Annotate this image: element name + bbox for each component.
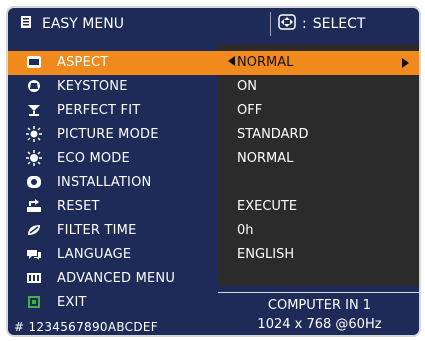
menu-item-label: PERFECT FIT	[57, 103, 141, 118]
dpad-icon	[278, 14, 296, 34]
menu-item-aspect[interactable]: ASPECT NORMAL	[8, 51, 419, 75]
menu-item-label: ADVANCED MENU	[57, 271, 176, 286]
easy-menu-osd: EASY MENU : SELECT ASPECT NORMAL KEYSTON…	[6, 6, 421, 337]
menu-item-installation[interactable]: INSTALLATION	[8, 171, 419, 195]
header-divider	[270, 12, 271, 36]
menu-item-value: NORMAL	[237, 151, 294, 166]
menu-item-value: EXECUTE	[237, 199, 298, 214]
select-colon: :	[302, 16, 307, 32]
filter-time-icon	[26, 222, 42, 238]
input-source-info: COMPUTER IN 1 1024 x 768 @60Hz	[218, 292, 419, 335]
menu-item-label: PICTURE MODE	[57, 127, 159, 142]
menu-item-label: EXIT	[57, 295, 87, 310]
menu-item-perfect-fit[interactable]: PERFECT FIT OFF	[8, 99, 419, 123]
menu-item-value[interactable]: NORMAL	[228, 55, 293, 70]
menu-item-label: ASPECT	[57, 55, 109, 70]
menu-item-eco-mode[interactable]: ECO MODE NORMAL	[8, 147, 419, 171]
menu-item-label: FILTER TIME	[57, 223, 137, 238]
menu-item-reset[interactable]: RESET EXECUTE	[8, 195, 419, 219]
picture-mode-icon	[26, 126, 42, 142]
select-label: SELECT	[312, 16, 366, 32]
menu-item-value: ENGLISH	[237, 247, 295, 262]
menu-title: EASY MENU	[42, 16, 124, 32]
language-icon	[26, 246, 42, 262]
menu-item-label: KEYSTONE	[57, 79, 128, 94]
menu-header: EASY MENU : SELECT	[8, 8, 419, 40]
perfect-fit-icon	[26, 102, 42, 118]
input-source-name: COMPUTER IN 1	[267, 298, 372, 313]
menu-book-icon	[20, 15, 32, 33]
menu-item-value: OFF	[237, 103, 263, 118]
advanced-menu-icon	[26, 270, 42, 286]
menu-item-value: 0h	[237, 223, 254, 238]
keystone-icon	[26, 78, 42, 94]
menu-item-filter-time[interactable]: FILTER TIME 0h	[8, 219, 419, 243]
aspect-icon	[26, 54, 42, 70]
menu-item-label: RESET	[57, 199, 100, 214]
menu-item-language[interactable]: LANGUAGE ENGLISH	[8, 243, 419, 267]
arrow-left-icon	[228, 56, 235, 66]
aspect-value: NORMAL	[237, 55, 294, 70]
menu-item-value: STANDARD	[237, 127, 309, 142]
header-title-group: EASY MENU	[20, 8, 124, 40]
menu-item-picture-mode[interactable]: PICTURE MODE STANDARD	[8, 123, 419, 147]
installation-icon	[26, 174, 42, 190]
reset-icon	[26, 198, 42, 214]
menu-item-keystone[interactable]: KEYSTONE ON	[8, 75, 419, 99]
exit-icon	[26, 294, 42, 310]
menu-item-label: ECO MODE	[57, 151, 130, 166]
arrow-right-icon[interactable]	[402, 58, 409, 68]
menu-item-value: ON	[237, 79, 257, 94]
menu-item-advanced-menu[interactable]: ADVANCED MENU	[8, 267, 419, 291]
eco-mode-icon	[26, 150, 42, 166]
menu-item-label: LANGUAGE	[57, 247, 132, 262]
input-resolution: 1024 x 768 @60Hz	[257, 317, 382, 332]
header-select-hint: : SELECT	[278, 8, 365, 40]
menu-item-label: INSTALLATION	[57, 175, 152, 190]
serial-number: # 1234567890ABCDEF	[14, 320, 158, 334]
